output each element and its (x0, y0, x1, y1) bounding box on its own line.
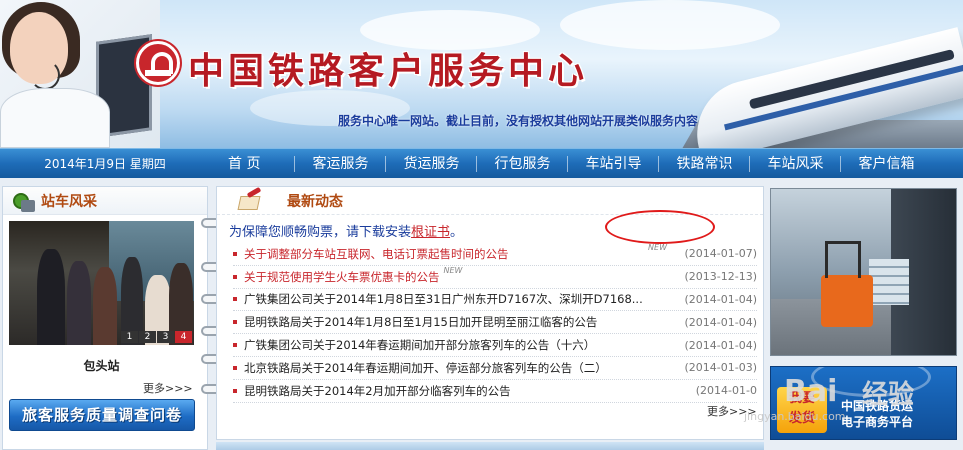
photo-caption[interactable]: 包头站 (9, 357, 194, 374)
bullet-icon (233, 343, 237, 348)
photo-tab-3[interactable]: 3 (157, 331, 174, 343)
bullet-icon (233, 365, 237, 370)
nav-item-home[interactable]: 首 页 (210, 149, 294, 179)
root-certificate-link[interactable]: 根证书 (411, 225, 450, 240)
person-figure (93, 267, 117, 345)
new-badge: NEW (443, 266, 463, 276)
bullet-icon (233, 297, 237, 302)
bullet-icon (233, 251, 237, 256)
panel-title: 站车风采 (41, 193, 97, 210)
news-item: 广铁集团公司关于2014年1月8日至31日广州东开D7167次、深圳开D7168… (233, 289, 757, 312)
security-end: 。 (450, 225, 464, 240)
decorative-swirl (811, 367, 931, 397)
ship-goods-badge: 我要 发货 (777, 387, 827, 433)
photo-pagination: 1 2 3 4 (121, 331, 192, 343)
person-figure (67, 261, 91, 345)
right-column: 我要 发货 中国铁路货运 电子商务平台 (770, 186, 963, 450)
panel-footer-bar (216, 442, 764, 450)
news-list: 关于调整部分车站互联网、电话订票起售时间的公告 NEW (2014-01-07)… (233, 243, 757, 403)
agent-body (0, 88, 110, 148)
news-date: (2014-01-04) (684, 338, 757, 352)
bullet-icon (233, 388, 237, 393)
cloud (560, 0, 780, 50)
news-title[interactable]: 昆明铁路局关于2014年1月8日至1月15日加开昆明至丽江临客的公告 (244, 314, 673, 330)
news-title[interactable]: 关于调整部分车站互联网、电话订票起售时间的公告 (244, 246, 644, 262)
news-title[interactable]: 广铁集团公司关于2014年1月8日至31日广州东开D7167次、深圳开D7168… (244, 291, 673, 307)
news-date: (2014-01-04) (684, 315, 757, 329)
forklift (821, 241, 873, 327)
freight-banner-line2: 电子商务平台 (841, 415, 914, 429)
news-date: (2014-01-04) (684, 292, 757, 306)
news-item: 广铁集团公司关于2014年春运期间加开部分旅客列车的公告（十六） (2014-0… (233, 334, 757, 357)
news-title[interactable]: 昆明铁路局关于2014年2月加开部分临客列车的公告 (244, 383, 673, 399)
cargo-crates (869, 259, 909, 305)
nav-item-customer-mailbox[interactable]: 客户信箱 (841, 149, 931, 179)
nav-item-freight-service[interactable]: 货运服务 (386, 149, 476, 179)
freight-ecommerce-banner[interactable]: 我要 发货 中国铁路货运 电子商务平台 (770, 366, 957, 440)
main-navigation: 2014年1月9日 星期四 首 页 客运服务 货运服务 行包服务 车站引导 铁路… (0, 148, 963, 178)
nav-item-railway-knowledge[interactable]: 铁路常识 (659, 149, 749, 179)
site-title[interactable]: 中国铁路客户服务中心 (188, 42, 588, 94)
customer-service-agent-image (0, 0, 160, 148)
headset-icon (30, 60, 60, 90)
railway-logo-icon[interactable] (136, 41, 180, 85)
panel-header: 站车风采 (3, 187, 207, 215)
news-item: 关于调整部分车站互联网、电话订票起售时间的公告 NEW (2014-01-07) (233, 243, 757, 266)
news-date: (2014-01-07) (684, 247, 757, 261)
station-photo[interactable]: 1 2 3 4 (9, 221, 194, 345)
news-title[interactable]: 北京铁路局关于2014年春运期间加开、停运部分旅客列车的公告（二） (244, 360, 673, 376)
current-date: 2014年1月9日 星期四 (44, 157, 166, 171)
news-date: (2014-01-0 (695, 384, 757, 398)
news-title[interactable]: 广铁集团公司关于2014年春运期间加开部分旅客列车的公告（十六） (244, 337, 673, 353)
news-item: 昆明铁路局关于2014年2月加开部分临客列车的公告 (2014-01-0 (233, 380, 757, 403)
security-text: 为保障您顺畅购票，请下载安装 (229, 225, 412, 240)
news-date: (2014-01-03) (684, 361, 757, 375)
survey-button[interactable]: 旅客服务质量调查问卷 (9, 399, 195, 431)
news-title[interactable]: 关于规范使用学生火车票优惠卡的公告 (244, 269, 440, 285)
camera-icon (11, 190, 35, 212)
freight-banner-line1: 中国铁路货运 (841, 399, 914, 413)
person-figure (37, 249, 65, 345)
latest-news-panel: 最新动态 为保障您顺畅购票，请下载安装根证书。 关于调整部分车站互联网、电话订票… (216, 186, 764, 440)
nav-item-passenger-service[interactable]: 客运服务 (295, 149, 385, 179)
nav-item-station-guide[interactable]: 车站引导 (568, 149, 658, 179)
news-date: (2013-12-13) (684, 270, 757, 284)
nav-items: 首 页 客运服务 货运服务 行包服务 车站引导 铁路常识 车站风采 客户信箱 (210, 149, 931, 179)
photo-tab-4[interactable]: 4 (175, 331, 192, 343)
root-certificate-notice: 为保障您顺畅购票，请下载安装根证书。 (229, 221, 463, 240)
bullet-icon (233, 274, 237, 279)
photo-tab-1[interactable]: 1 (121, 331, 138, 343)
news-item: 昆明铁路局关于2014年1月8日至1月15日加开昆明至丽江临客的公告 (2014… (233, 311, 757, 335)
panel-title: 最新动态 (287, 193, 343, 210)
red-circle-annotation (605, 210, 715, 244)
news-item: 北京铁路局关于2014年春运期间加开、停运部分旅客列车的公告（二） (2014-… (233, 357, 757, 380)
freight-warehouse-image[interactable] (770, 188, 957, 356)
nav-item-luggage-service[interactable]: 行包服务 (477, 149, 567, 179)
station-showcase-panel: 站车风采 1 2 3 4 包头站 更多>>> 旅客服务质量调查问卷 (2, 186, 208, 450)
more-link[interactable]: 更多>>> (707, 403, 757, 419)
pen-paper-icon (237, 186, 263, 212)
bullet-icon (233, 320, 237, 325)
header-banner: 中国铁路客户服务中心 服务中心唯一网站。截止目前，没有授权其他网站开展类似服务内… (0, 0, 963, 148)
news-item: 关于规范使用学生火车票优惠卡的公告 NEW (2013-12-13) (233, 266, 757, 289)
more-link[interactable]: 更多>>> (143, 380, 193, 396)
photo-tab-2[interactable]: 2 (139, 331, 156, 343)
new-badge: NEW (648, 243, 667, 253)
nav-item-station-showcase[interactable]: 车站风采 (750, 149, 840, 179)
